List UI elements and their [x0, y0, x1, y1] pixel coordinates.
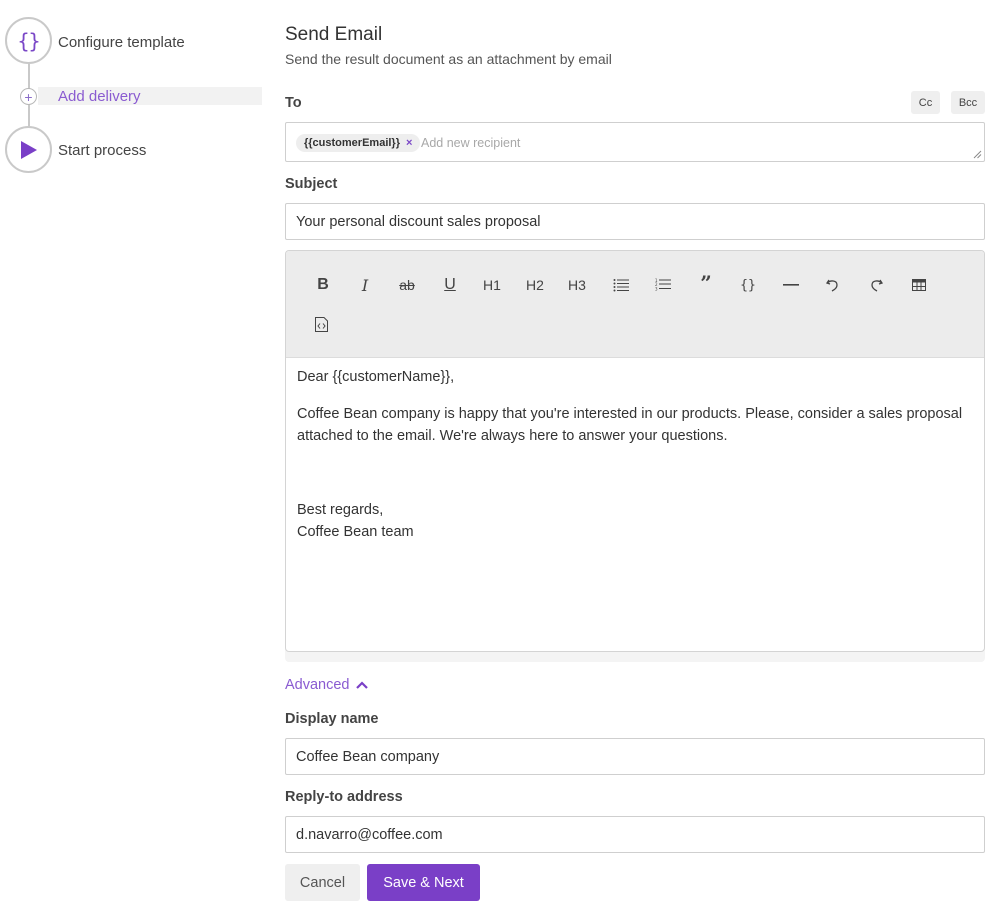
subject-input[interactable]: [285, 203, 985, 240]
email-closing-line-1: Best regards,: [297, 501, 384, 518]
heading-3-button[interactable]: H3: [562, 272, 592, 298]
bold-icon[interactable]: B: [308, 272, 338, 298]
page-subtitle: Send the result document as an attachmen…: [285, 51, 612, 67]
table-icon[interactable]: [904, 272, 934, 298]
play-icon: [20, 140, 37, 159]
step-configure-template-circle[interactable]: {}: [5, 17, 52, 64]
editor-toolbar: B I ab U H1 H2 H3 1 2 3 ” {}: [286, 251, 984, 358]
chevron-up-icon: [355, 681, 368, 689]
save-next-button[interactable]: Save & Next: [367, 864, 480, 901]
editor-content[interactable]: Dear {{customerName}}, Coffee Bean compa…: [297, 366, 977, 544]
code-braces-icon[interactable]: {}: [733, 272, 763, 298]
blockquote-icon[interactable]: ”: [691, 270, 721, 296]
heading-1-button[interactable]: H1: [477, 272, 507, 298]
curly-braces-icon: {}: [17, 28, 40, 53]
subject-label: Subject: [285, 176, 338, 192]
bullet-list-icon[interactable]: [606, 272, 636, 298]
recipients-field[interactable]: {{customerEmail}} ×: [285, 122, 985, 162]
advanced-toggle[interactable]: Advanced: [285, 677, 368, 693]
heading-2-button[interactable]: H2: [520, 272, 550, 298]
reply-to-label: Reply-to address: [285, 789, 403, 805]
email-paragraph: Coffee Bean company is happy that you're…: [297, 405, 963, 445]
email-body-editor[interactable]: B I ab U H1 H2 H3 1 2 3 ” {} Dear {{cust…: [285, 250, 985, 652]
plus-circle-icon[interactable]: +: [20, 88, 37, 105]
reply-to-input[interactable]: [285, 816, 985, 853]
italic-icon[interactable]: I: [350, 272, 380, 298]
step-start-process-label[interactable]: Start process: [58, 142, 146, 159]
to-label: To: [285, 95, 302, 111]
horizontal-rule-icon[interactable]: [776, 272, 806, 298]
page-title: Send Email: [285, 24, 383, 45]
recipient-chip[interactable]: {{customerEmail}} ×: [296, 134, 421, 152]
advanced-label: Advanced: [285, 677, 350, 693]
strikethrough-icon[interactable]: ab: [392, 272, 422, 298]
redo-icon[interactable]: [861, 272, 891, 298]
cancel-button[interactable]: Cancel: [285, 864, 360, 901]
step-add-delivery[interactable]: + Add delivery: [0, 86, 262, 105]
cc-button[interactable]: Cc: [911, 91, 940, 114]
email-closing-line-2: Coffee Bean team: [297, 524, 414, 540]
step-configure-template-label[interactable]: Configure template: [58, 34, 185, 51]
display-name-label: Display name: [285, 711, 379, 727]
underline-icon[interactable]: U: [435, 272, 465, 298]
undo-icon[interactable]: [818, 272, 848, 298]
process-stepper: {} Configure template + Add delivery Sta…: [0, 0, 262, 200]
resize-handle-icon[interactable]: [972, 149, 982, 159]
add-recipient-input[interactable]: [421, 134, 721, 152]
remove-chip-icon[interactable]: ×: [406, 137, 412, 149]
step-add-delivery-label[interactable]: Add delivery: [58, 88, 141, 105]
recipient-chip-label: {{customerEmail}}: [304, 137, 400, 149]
bcc-button[interactable]: Bcc: [951, 91, 985, 114]
display-name-input[interactable]: [285, 738, 985, 775]
email-greeting: Dear {{customerName}},: [297, 369, 455, 385]
source-code-icon[interactable]: [306, 311, 336, 337]
step-start-process-circle[interactable]: [5, 126, 52, 173]
svg-text:3: 3: [655, 287, 658, 292]
numbered-list-icon[interactable]: 1 2 3: [648, 272, 678, 298]
